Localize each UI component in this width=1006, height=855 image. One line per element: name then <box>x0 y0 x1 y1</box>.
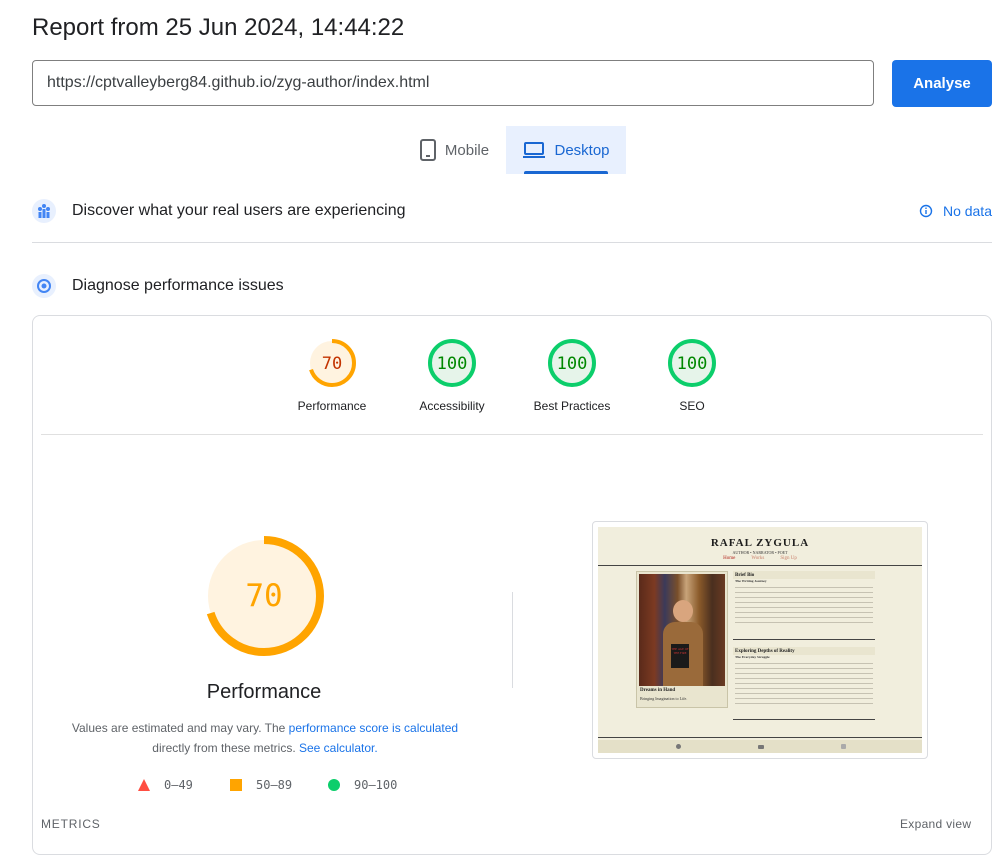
site-nav-item: Sign Up <box>780 556 797 561</box>
card-divider <box>41 434 983 435</box>
see-calculator-link[interactable]: See calculator. <box>299 741 378 755</box>
gauge-value: 70 <box>322 354 342 374</box>
book-cover: THE AGE OF THE FIRE <box>671 644 689 668</box>
bio-heading: Brief Bio <box>733 571 875 579</box>
gauge-label: Best Practices <box>533 399 611 413</box>
triangle-icon <box>138 779 150 791</box>
tab-desktop[interactable]: Desktop <box>506 126 626 174</box>
diagnose-section: Diagnose performance issues <box>32 266 992 306</box>
tab-mobile[interactable]: Mobile <box>404 126 504 174</box>
crux-icon <box>32 199 56 223</box>
no-data-indicator[interactable]: No data <box>919 191 992 231</box>
no-data-label: No data <box>942 203 992 219</box>
tab-mobile-label: Mobile <box>444 141 490 159</box>
gauge-label: Accessibility <box>419 399 485 413</box>
bio-text-lines <box>735 585 873 623</box>
site-nav-item: Home <box>723 556 736 561</box>
gauge-label: SEO <box>679 399 705 413</box>
gauge-label: Performance <box>297 399 367 413</box>
depth-heading: Exploring Depths of Reality <box>733 647 875 655</box>
bio-sub: The Writing Journey <box>735 579 767 583</box>
gauge-accessibility[interactable]: 100 Accessibility <box>392 338 512 413</box>
site-nav-item: Works <box>751 556 765 561</box>
legend-range: 90–100 <box>354 778 398 792</box>
section-divider <box>32 242 992 243</box>
performance-big-gauge: 70 <box>204 536 324 656</box>
performance-description: Values are estimated and may vary. The p… <box>60 718 470 758</box>
author-photo: THE AGE OF THE FIRE <box>639 574 725 686</box>
bio-card: Brief Bio The Writing Journey <box>733 571 875 640</box>
legend-fail: 0–49 <box>138 778 193 792</box>
facebook-icon <box>676 744 681 749</box>
tab-desktop-label: Desktop <box>554 141 610 159</box>
photo-card: THE AGE OF THE FIRE Dreams in Hand Bring… <box>636 571 728 708</box>
gauge-ring: 100 <box>548 339 596 387</box>
performance-big-label: Performance <box>206 681 322 703</box>
legend-range: 0–49 <box>164 778 193 792</box>
legend-pass: 90–100 <box>328 778 397 792</box>
gauge-performance[interactable]: 70 Performance <box>272 338 392 413</box>
final-screenshot[interactable]: RAFAL ZYGULA AUTHOR • NARRATOR • POET Ho… <box>592 521 928 759</box>
photo-face <box>673 600 693 622</box>
legend-range: 50–89 <box>256 778 293 792</box>
gauge-value: 100 <box>437 354 468 374</box>
site-footer <box>598 740 922 753</box>
diagnose-label: Diagnose performance issues <box>72 277 284 294</box>
url-input[interactable]: https://cptvalleyberg84.github.io/zyg-au… <box>32 60 874 106</box>
site-nav-rule <box>598 565 922 566</box>
square-icon <box>230 779 242 791</box>
depth-text-lines <box>735 661 873 707</box>
screenshot-page: RAFAL ZYGULA AUTHOR • NARRATOR • POET Ho… <box>598 527 922 753</box>
site-tagline: AUTHOR • NARRATOR • POET <box>732 550 788 555</box>
desc-text: directly from these metrics. <box>152 741 299 755</box>
instagram-icon <box>841 744 846 749</box>
depth-card: Exploring Depths of Reality The Everyday… <box>733 647 875 720</box>
desc-text: Values are estimated and may vary. The <box>71 721 289 735</box>
gauge-seo[interactable]: 100 SEO <box>632 338 752 413</box>
youtube-icon <box>758 745 764 749</box>
gauge-best-practices[interactable]: 100 Best Practices <box>512 338 632 413</box>
real-users-label: Discover what your real users are experi… <box>72 202 406 219</box>
performance-big-value: 70 <box>245 578 282 614</box>
gauge-ring: 70 <box>308 339 356 387</box>
report-title: Report from 25 Jun 2024, 14:44:22 <box>32 14 405 41</box>
legend-average: 50–89 <box>230 778 292 792</box>
gauge-value: 100 <box>677 354 708 374</box>
site-title: RAFAL ZYGULA <box>710 537 810 549</box>
depth-sub: The Everyday Struggle <box>735 655 770 659</box>
phone-icon <box>419 139 436 161</box>
caption-sub: Bringing Imagination to Life. <box>640 696 688 701</box>
caption-title: Dreams in Hand <box>640 688 676 693</box>
site-nav: Home Works Sign Up <box>598 556 922 561</box>
expand-view-button[interactable]: Expand view <box>900 817 971 831</box>
analyse-button[interactable]: Analyse <box>892 60 992 107</box>
gauge-value: 100 <box>557 354 588 374</box>
site-footer-rule <box>598 737 922 738</box>
real-users-section[interactable]: Discover what your real users are experi… <box>32 191 992 231</box>
metrics-label: METRICS <box>41 817 101 831</box>
laptop-icon <box>523 142 546 158</box>
vertical-divider <box>512 592 513 688</box>
gauge-ring: 100 <box>428 339 476 387</box>
info-icon <box>919 204 933 218</box>
tab-desktop-underline <box>524 171 608 174</box>
gauge-ring: 100 <box>668 339 716 387</box>
lighthouse-icon <box>32 274 56 298</box>
score-calculated-link[interactable]: performance score is calculated <box>289 721 458 735</box>
circle-icon <box>328 779 340 791</box>
